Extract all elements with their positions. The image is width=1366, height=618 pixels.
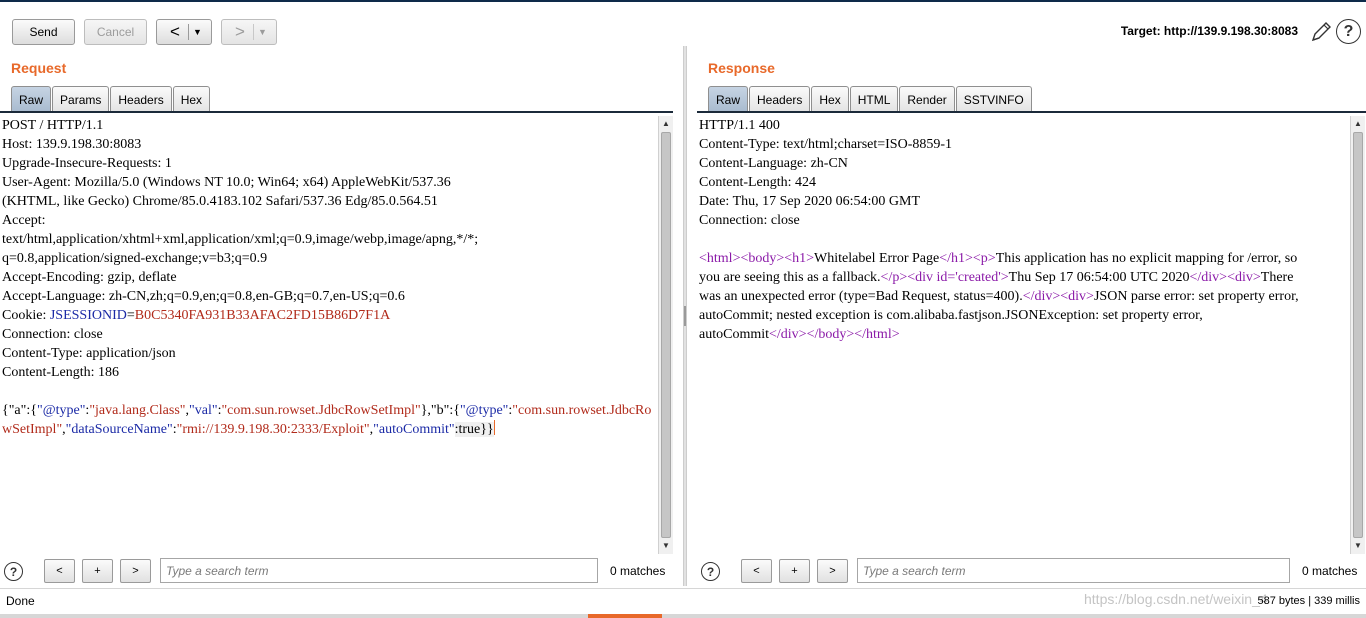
edit-target-icon[interactable] xyxy=(1309,20,1333,44)
target-label: Target: http://139.9.198.30:8083 xyxy=(1120,24,1298,38)
request-tabs: Raw Params Headers Hex xyxy=(11,86,211,112)
help-icon[interactable]: ? xyxy=(1336,19,1361,44)
help-icon[interactable]: ? xyxy=(701,562,720,581)
request-tab-headers[interactable]: Headers xyxy=(110,86,172,112)
request-line: User-Agent: Mozilla/5.0 (Windows NT 10.0… xyxy=(2,175,451,190)
search-add-button[interactable]: + xyxy=(779,559,810,583)
request-json-body: {"a":{"@type":"java.lang.Class","val":"c… xyxy=(2,403,652,437)
watermark: https://blog.csdn.net/weixin_4 xyxy=(1084,591,1268,607)
scroll-down-icon[interactable]: ▼ xyxy=(1351,539,1365,553)
response-scrollbar[interactable]: ▲ ▼ xyxy=(1350,116,1365,554)
request-line: Host: 139.9.198.30:8083 xyxy=(2,137,142,152)
search-prev-button[interactable]: < xyxy=(741,559,772,583)
response-tab-hex[interactable]: Hex xyxy=(811,86,849,112)
search-prev-button[interactable]: < xyxy=(44,559,75,583)
scroll-down-icon[interactable]: ▼ xyxy=(659,539,673,553)
forward-arrow-icon: > xyxy=(235,22,245,41)
cookie-prefix: Cookie: xyxy=(2,308,50,323)
back-arrow-icon: < xyxy=(170,22,180,41)
progress-accent xyxy=(588,614,662,618)
request-line: POST / HTTP/1.1 xyxy=(2,118,104,133)
cookie-equals: = xyxy=(126,308,135,323)
request-line: text/html,application/xhtml+xml,applicat… xyxy=(2,232,479,247)
response-line: Content-Type: text/html;charset=ISO-8859… xyxy=(699,137,953,152)
response-line: Content-Language: zh-CN xyxy=(699,156,848,171)
request-line: (KHTML, like Gecko) Chrome/85.0.4183.102… xyxy=(2,194,438,209)
response-title: Response xyxy=(708,60,775,76)
request-line: Content-Length: 186 xyxy=(2,365,120,380)
request-search-input[interactable] xyxy=(160,558,598,583)
request-line: Accept-Language: zh-CN,zh;q=0.9,en;q=0.8… xyxy=(2,289,405,304)
request-line: Accept: xyxy=(2,213,46,228)
request-tab-raw[interactable]: Raw xyxy=(11,86,52,112)
request-line: Content-Type: application/json xyxy=(2,346,176,361)
request-tab-hex[interactable]: Hex xyxy=(172,86,211,112)
request-editor[interactable]: POST / HTTP/1.1 Host: 139.9.198.30:8083 … xyxy=(2,116,658,554)
request-line: q=0.8,application/signed-exchange;v=b3;q… xyxy=(2,251,268,266)
cookie-value: B0C5340FA931B33AFAC2FD15B86D7F1A xyxy=(134,308,391,323)
request-match-count: 0 matches xyxy=(610,564,666,578)
response-line: HTTP/1.1 400 xyxy=(699,118,780,133)
request-line: Connection: close xyxy=(2,327,103,342)
response-line: Date: Thu, 17 Sep 2020 06:54:00 GMT xyxy=(699,194,921,209)
response-tab-html[interactable]: HTML xyxy=(849,86,899,112)
scroll-thumb[interactable] xyxy=(661,132,671,538)
request-line: Upgrade-Insecure-Requests: 1 xyxy=(2,156,172,171)
cookie-name: JSESSIONID xyxy=(49,308,127,323)
status-text: Done xyxy=(6,594,35,608)
cancel-button[interactable]: Cancel xyxy=(84,19,147,45)
window-top-border xyxy=(0,0,1366,2)
response-match-count: 0 matches xyxy=(1302,564,1358,578)
response-tab-sstvinfo[interactable]: SSTVINFO xyxy=(955,86,1032,112)
scroll-up-icon[interactable]: ▲ xyxy=(659,117,673,131)
request-tab-underline xyxy=(0,111,673,113)
request-title: Request xyxy=(11,60,67,76)
response-tabs: Raw Headers Hex HTML Render SSTVINFO xyxy=(708,86,1033,112)
response-line: Connection: close xyxy=(699,213,800,228)
response-editor[interactable]: HTTP/1.1 400 Content-Type: text/html;cha… xyxy=(699,116,1349,554)
response-tab-headers[interactable]: Headers xyxy=(749,86,811,112)
request-scrollbar[interactable]: ▲ ▼ xyxy=(658,116,673,554)
chevron-down-icon[interactable]: ▼ xyxy=(253,24,271,40)
search-add-button[interactable]: + xyxy=(82,559,113,583)
request-line: Accept-Encoding: gzip, deflate xyxy=(2,270,177,285)
response-stats: 587 bytes | 339 millis xyxy=(1257,595,1360,607)
response-html-body: <html><body><h1>Whitelabel Error Page</h… xyxy=(699,251,1303,342)
request-tab-params[interactable]: Params xyxy=(52,86,110,112)
response-search-input[interactable] xyxy=(857,558,1290,583)
response-line: Content-Length: 424 xyxy=(699,175,817,190)
history-back-button[interactable]: < ▼ xyxy=(156,19,212,45)
search-next-button[interactable]: > xyxy=(120,559,151,583)
send-button[interactable]: Send xyxy=(12,19,75,45)
response-tab-underline xyxy=(697,111,1366,113)
scroll-thumb[interactable] xyxy=(1353,132,1363,538)
history-forward-button[interactable]: > ▼ xyxy=(221,19,277,45)
divider-grip[interactable] xyxy=(684,306,686,326)
chevron-down-icon[interactable]: ▼ xyxy=(188,24,206,40)
search-next-button[interactable]: > xyxy=(817,559,848,583)
bottom-progress-strip xyxy=(0,614,1366,618)
scroll-up-icon[interactable]: ▲ xyxy=(1351,117,1365,131)
text-caret xyxy=(493,420,495,435)
blank-line: ​ xyxy=(699,230,1349,249)
blank-line: ​ xyxy=(2,382,658,401)
response-tab-raw[interactable]: Raw xyxy=(708,86,749,112)
response-tab-render[interactable]: Render xyxy=(899,86,955,112)
help-icon[interactable]: ? xyxy=(4,562,23,581)
cookie-line: Cookie: JSESSIONID=B0C5340FA931B33AFAC2F… xyxy=(2,306,658,325)
